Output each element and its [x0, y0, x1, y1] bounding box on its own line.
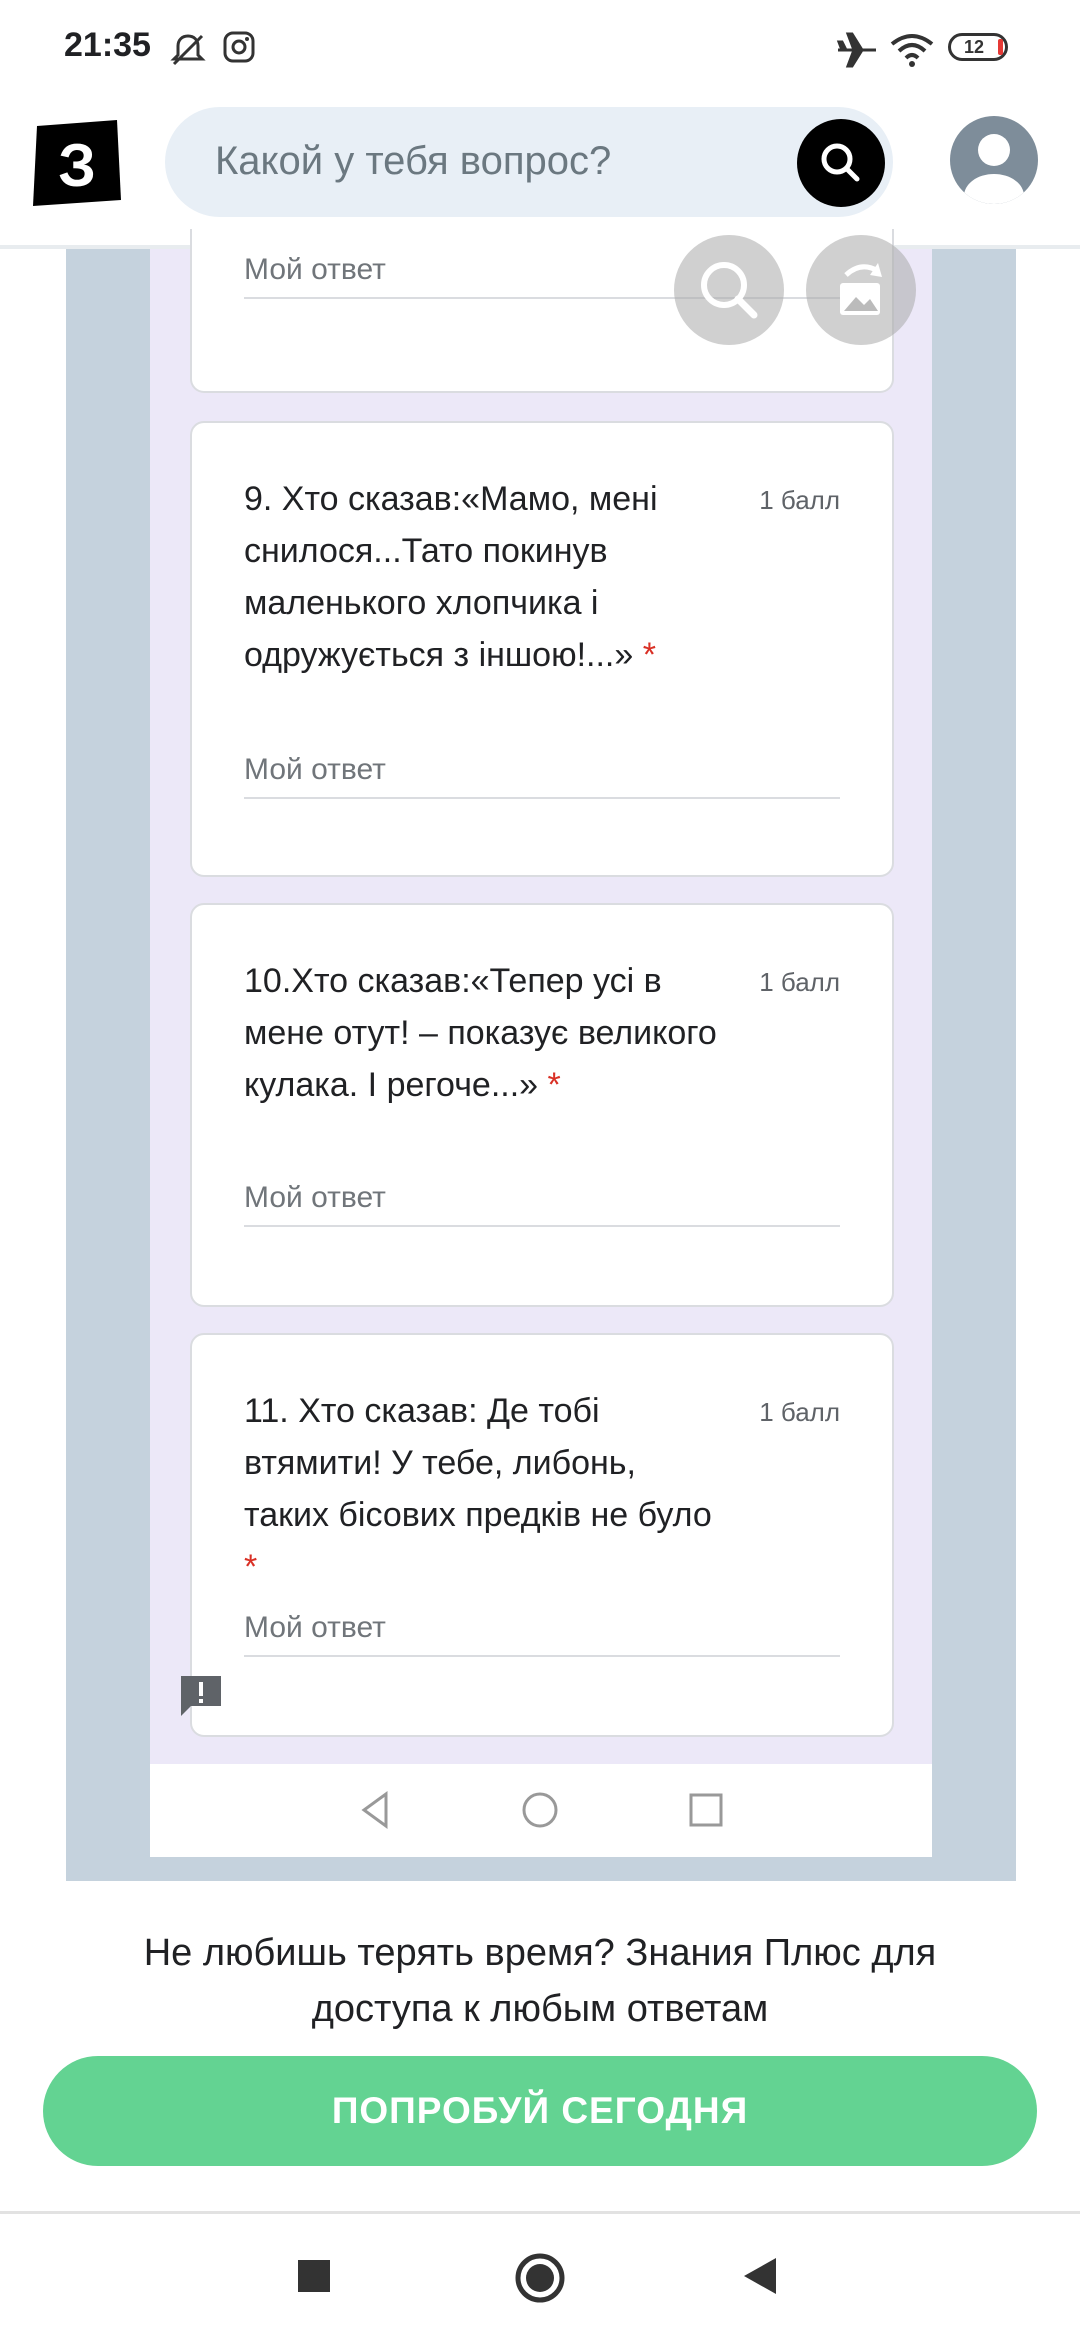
- instagram-icon: [223, 31, 255, 63]
- required-mark: *: [547, 1066, 561, 1104]
- screenshot-navbar: [150, 1764, 932, 1857]
- points-label: 1 балл: [759, 1397, 840, 1427]
- search-button[interactable]: [797, 119, 885, 207]
- answer-underline: [244, 1225, 840, 1227]
- image-swap-button[interactable]: [806, 235, 916, 345]
- question-text: 10.Хто сказав:«Тепер усі в мене отут! – …: [244, 962, 717, 1104]
- status-bar: 21:35 12: [0, 0, 1080, 100]
- answer-underline: [244, 797, 840, 799]
- status-time: 21:35: [64, 26, 151, 64]
- home-icon: [522, 1792, 558, 1828]
- feedback-icon[interactable]: [177, 1672, 225, 1720]
- form-screenshot: Мой ответ 9. Хто сказав:«Мамо, мені снил…: [66, 229, 1016, 1881]
- points-label: 1 балл: [759, 967, 840, 997]
- recents-icon: [689, 1793, 723, 1827]
- home-icon[interactable]: [514, 2252, 566, 2304]
- notifications-off-icon: [170, 34, 206, 66]
- answer-placeholder[interactable]: Мой ответ: [244, 253, 386, 287]
- answer-input[interactable]: Мой ответ: [244, 1611, 386, 1645]
- try-today-button[interactable]: ПОПРОБУЙ СЕГОДНЯ: [43, 2056, 1037, 2166]
- app-header: З Какой у тебя вопрос?: [0, 100, 1080, 249]
- answer-underline: [244, 1655, 840, 1657]
- search-input[interactable]: Какой у тебя вопрос?: [215, 139, 611, 184]
- required-mark: *: [244, 1548, 258, 1586]
- answer-input[interactable]: Мой ответ: [244, 753, 386, 787]
- points-label: 1 балл: [759, 485, 840, 515]
- promo-section: Не любишь терять время? Знания Плюс для …: [0, 1881, 1080, 2211]
- avatar[interactable]: [950, 116, 1038, 204]
- znanija-logo[interactable]: З: [33, 118, 121, 206]
- airplane-icon: [836, 32, 876, 68]
- system-nav-bar: [0, 2211, 1080, 2343]
- user-icon: [964, 134, 1024, 204]
- svg-text:З: З: [58, 132, 96, 199]
- question-text: 11. Хто сказав: Де тобі втямити! У тебе,…: [244, 1392, 712, 1586]
- battery-level: 12: [964, 37, 985, 57]
- question-card: 11. Хто сказав: Де тобі втямити! У тебе,…: [190, 1333, 894, 1737]
- search-box[interactable]: Какой у тебя вопрос?: [165, 107, 893, 217]
- required-mark: *: [642, 636, 656, 674]
- question-text: 9. Хто сказав:«Мамо, мені снилося...Тато…: [244, 480, 658, 674]
- question-card-partial: Мой ответ: [190, 229, 894, 393]
- form-background: Мой ответ 9. Хто сказав:«Мамо, мені снил…: [150, 229, 932, 1764]
- battery-icon: 12: [948, 33, 1008, 61]
- back-icon: [361, 1791, 388, 1829]
- search-icon: [821, 143, 860, 182]
- image-refresh-icon: [840, 263, 882, 315]
- question-card: 10.Хто сказав:«Тепер усі в мене отут! – …: [190, 903, 894, 1307]
- wifi-icon: [890, 34, 934, 67]
- promo-text: Не любишь терять время? Знания Плюс для …: [143, 1932, 937, 2030]
- back-icon[interactable]: [740, 2256, 780, 2296]
- magnifier-icon: [701, 262, 758, 319]
- answer-input[interactable]: Мой ответ: [244, 1181, 386, 1215]
- recents-icon[interactable]: [296, 2258, 332, 2294]
- question-card: 9. Хто сказав:«Мамо, мені снилося...Тато…: [190, 421, 894, 877]
- zoom-button[interactable]: [674, 235, 784, 345]
